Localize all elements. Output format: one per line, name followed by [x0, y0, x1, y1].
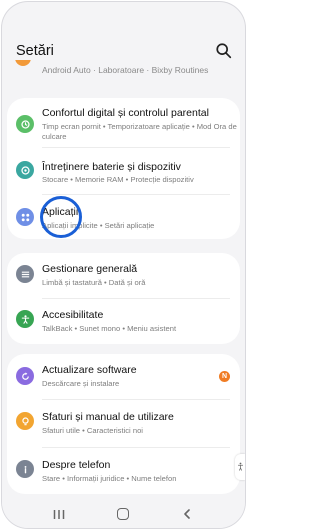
settings-item-tips[interactable]: Sfaturi și manual de utilizare Sfaturi u…: [7, 400, 240, 446]
software-update-icon: [16, 367, 34, 385]
search-button[interactable]: [215, 42, 233, 60]
back-icon[interactable]: [182, 509, 192, 519]
item-subtitle: Stocare • Memorie RAM • Protecție dispoz…: [42, 175, 194, 184]
item-title: Gestionare generală: [42, 263, 138, 275]
settings-header: Setări: [2, 2, 245, 60]
search-icon: [216, 43, 232, 59]
item-subtitle: Sfaturi utile • Caracteristici noi: [42, 426, 143, 435]
item-title: Despre telefon: [42, 459, 111, 471]
accessibility-icon: [16, 310, 34, 328]
item-title: Accesibilitate: [42, 309, 104, 321]
item-subtitle: TalkBack • Sunet mono • Meniu asistent: [42, 324, 177, 333]
settings-item-accessibility[interactable]: Accesibilitate TalkBack • Sunet mono • M…: [7, 299, 240, 344]
settings-item-digital-wellbeing[interactable]: Confortul digital și controlul parental …: [7, 98, 240, 146]
phone-screen: Setări Android Auto · Laboratoare · Bixb…: [2, 2, 245, 528]
item-title: Întreținere baterie și dispozitiv: [42, 161, 181, 173]
tap-highlight-ring: [40, 196, 82, 238]
item-subtitle: Timp ecran pornit • Temporizatoare aplic…: [42, 122, 237, 141]
apps-icon: [16, 208, 34, 226]
digital-wellbeing-icon: [16, 115, 34, 133]
advanced-features-icon: [15, 60, 31, 66]
settings-item-general-management[interactable]: Gestionare generală Limbă și tastatură •…: [7, 253, 240, 297]
partial-row-subtitle: Android Auto · Laboratoare · Bixby Routi…: [42, 65, 209, 75]
home-button[interactable]: [117, 508, 129, 520]
accessibility-shortcut-button[interactable]: [235, 454, 245, 480]
tips-icon: [16, 412, 34, 430]
settings-card-3: Actualizare software Descărcare și insta…: [7, 354, 240, 494]
settings-card-2: Gestionare generală Limbă și tastatură •…: [7, 253, 240, 344]
settings-item-device-care[interactable]: Întreținere baterie și dispozitiv Stocar…: [7, 148, 240, 192]
navigation-bar: [2, 502, 245, 528]
item-title: Confortul digital și controlul parental: [42, 107, 209, 119]
recent-apps-icon[interactable]: [53, 510, 65, 519]
page-title: Setări: [16, 43, 54, 59]
item-subtitle: Limbă și tastatură • Dată și oră: [42, 278, 146, 287]
partial-settings-row[interactable]: Android Auto · Laboratoare · Bixby Routi…: [2, 60, 245, 80]
settings-item-software-update[interactable]: Actualizare software Descărcare și insta…: [7, 354, 240, 398]
general-management-icon: [16, 265, 34, 283]
item-title: Sfaturi și manual de utilizare: [42, 411, 174, 423]
item-title: Actualizare software: [42, 364, 137, 376]
device-care-icon: [16, 161, 34, 179]
new-badge: N: [219, 371, 230, 382]
accessibility-shortcut-icon: [237, 462, 243, 471]
item-subtitle: Stare • Informații juridice • Nume telef…: [42, 474, 177, 483]
item-subtitle: Descărcare și instalare: [42, 379, 120, 388]
settings-item-about-phone[interactable]: Despre telefon Stare • Informații juridi…: [7, 448, 240, 494]
about-phone-icon: [16, 460, 34, 478]
